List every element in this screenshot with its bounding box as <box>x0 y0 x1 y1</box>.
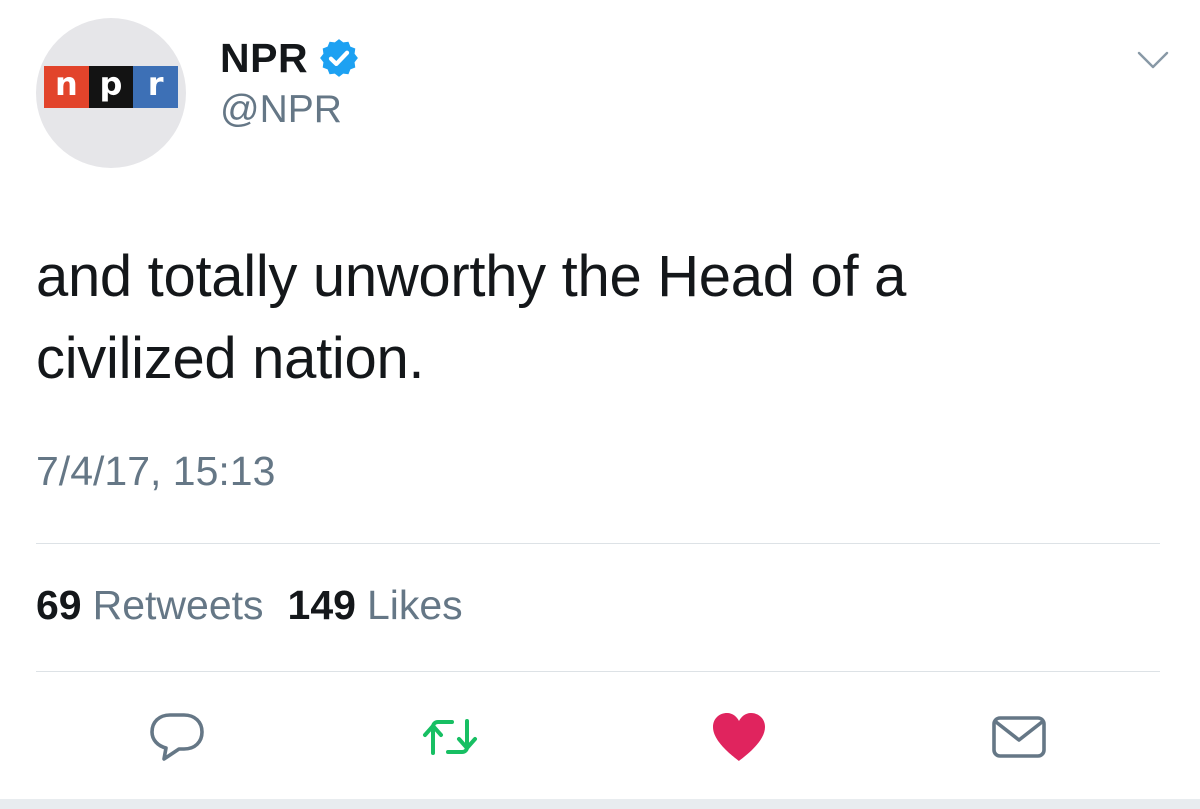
heart-icon <box>713 713 765 761</box>
divider <box>36 543 1160 544</box>
tweet-text-line: civilized nation. <box>36 326 425 391</box>
author-handle[interactable]: @NPR <box>220 88 342 132</box>
display-name[interactable]: NPR <box>220 35 308 82</box>
npr-logo: n p r <box>44 65 179 108</box>
likes-label[interactable]: Likes <box>367 582 463 629</box>
avatar[interactable]: n p r <box>36 18 186 168</box>
author-name-row[interactable]: NPR <box>220 32 360 84</box>
engagement-stats: 69 Retweets 149 Likes <box>36 582 463 629</box>
envelope-icon <box>992 716 1046 758</box>
divider <box>36 671 1160 672</box>
like-button[interactable] <box>708 706 770 768</box>
verified-badge-icon <box>320 39 358 77</box>
tweet-timestamp[interactable]: 7/4/17, 15:13 <box>36 448 275 495</box>
retweet-icon <box>423 719 477 755</box>
retweets-label[interactable]: Retweets <box>93 582 264 629</box>
npr-logo-p: p <box>88 65 134 108</box>
reply-button[interactable] <box>146 706 208 768</box>
npr-logo-n: n <box>44 65 89 108</box>
tweet-text: and totally unworthy the Head of a civil… <box>36 236 1136 400</box>
bottom-separator <box>0 799 1200 809</box>
tweet-detail: n p r NPR @NPR and totally unworthy the … <box>0 0 1200 809</box>
retweets-count[interactable]: 69 <box>36 582 82 629</box>
direct-message-button[interactable] <box>988 706 1050 768</box>
npr-logo-r: r <box>133 65 179 108</box>
retweet-button[interactable] <box>419 706 481 768</box>
tweet-text-line: and totally unworthy the Head of a <box>36 244 907 309</box>
likes-count[interactable]: 149 <box>288 582 356 629</box>
chevron-down-icon[interactable] <box>1136 48 1170 72</box>
reply-icon <box>150 713 204 761</box>
